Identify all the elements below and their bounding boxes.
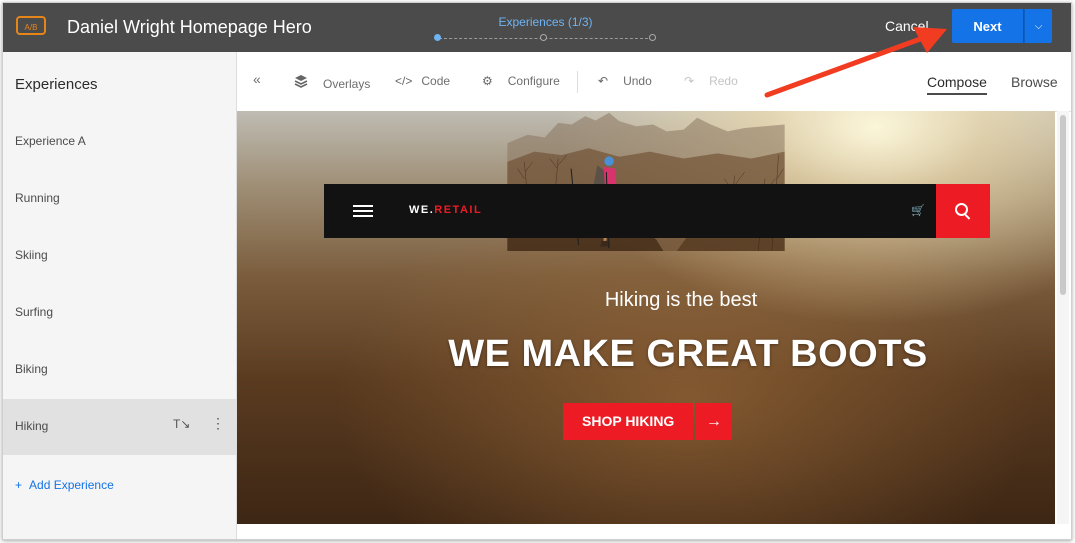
code-button[interactable]: </> Code [395, 74, 450, 88]
redo-label: Redo [709, 74, 738, 88]
undo-icon: ↶ [598, 74, 609, 88]
sidebar-item-label: Running [15, 191, 60, 205]
more-options-icon[interactable]: ⋮ [211, 415, 225, 432]
collapse-sidebar-icon[interactable]: « [253, 71, 261, 87]
toolbar-divider [577, 71, 578, 93]
experiences-sidebar: Experiences Experience A Running Skiing … [3, 52, 237, 539]
site-navbar: WE.RETAIL 🛒 [324, 184, 990, 238]
brand-logo[interactable]: WE.RETAIL [409, 204, 482, 216]
next-dropdown-button[interactable]: ⌵ [1024, 9, 1052, 43]
add-experience-label: Add Experience [29, 478, 114, 492]
sidebar-item-skiing[interactable]: Skiing [3, 228, 236, 284]
plus-icon: + [15, 478, 23, 492]
overlays-button[interactable]: Overlays [294, 74, 370, 91]
sidebar-item-label: Hiking [15, 419, 49, 433]
sidebar-item-label: Biking [15, 362, 48, 376]
sidebar-item-running[interactable]: Running [3, 171, 236, 227]
arrow-right-icon: → [695, 403, 733, 440]
cta-label: SHOP HIKING [563, 403, 694, 440]
step-1-dot[interactable] [434, 34, 441, 41]
site-search-button[interactable] [936, 184, 990, 238]
step-2-dot[interactable] [540, 34, 547, 41]
code-icon: </> [395, 74, 413, 88]
sidebar-title: Experiences [15, 76, 98, 93]
cart-icon[interactable]: 🛒 [911, 204, 925, 217]
page-title: Daniel Wright Homepage Hero [67, 17, 312, 37]
sidebar-item-hiking[interactable]: Hiking T↘ ⋮ [3, 399, 236, 455]
steps-label: Experiences (1/3) [498, 15, 593, 29]
sidebar-item-surfing[interactable]: Surfing [3, 285, 236, 341]
configure-button[interactable]: ⚙ Configure [482, 74, 560, 88]
hero-subtitle: Hiking is the best [604, 289, 758, 311]
overlays-label: Overlays [323, 77, 371, 91]
redo-icon: ↷ [684, 74, 695, 88]
annotation-arrow [764, 27, 947, 98]
layers-icon [294, 74, 308, 91]
add-experience-button[interactable]: + Add Experience [15, 478, 114, 492]
sidebar-item-label: Experience A [15, 134, 86, 148]
tab-browse[interactable]: Browse [1011, 74, 1058, 90]
search-icon [955, 203, 968, 216]
step-progress [433, 34, 659, 44]
undo-button[interactable]: ↶ Undo [598, 74, 652, 88]
undo-label: Undo [623, 74, 652, 88]
ab-badge: A/B [16, 16, 46, 35]
hero-title: WE MAKE GREAT BOOTS [448, 333, 928, 375]
shop-hiking-button[interactable]: SHOP HIKING → [563, 403, 733, 440]
scrollbar-thumb[interactable] [1060, 115, 1066, 295]
chevron-down-icon: ⌵ [1034, 20, 1043, 32]
sidebar-item-experience-a[interactable]: Experience A [3, 114, 236, 170]
redo-button[interactable]: ↷ Redo [684, 74, 738, 88]
step-3-dot[interactable] [649, 34, 656, 41]
brand-prefix: WE. [409, 204, 435, 216]
configure-label: Configure [507, 74, 560, 88]
hamburger-menu-icon[interactable] [353, 205, 373, 217]
window: A/B Daniel Wright Homepage Hero Experien… [2, 2, 1072, 540]
rename-icon[interactable]: T↘ [173, 417, 190, 431]
sidebar-item-label: Skiing [15, 248, 48, 262]
canvas-scrollbar[interactable] [1057, 111, 1069, 524]
gear-icon: ⚙ [482, 74, 493, 88]
code-label: Code [421, 74, 451, 88]
sidebar-item-biking[interactable]: Biking [3, 342, 236, 398]
page-preview-canvas[interactable]: WE.RETAIL 🛒 Hiking is the best WE MAKE G… [237, 111, 1055, 524]
brand-suffix: RETAIL [434, 204, 483, 216]
sidebar-item-label: Surfing [15, 305, 54, 319]
